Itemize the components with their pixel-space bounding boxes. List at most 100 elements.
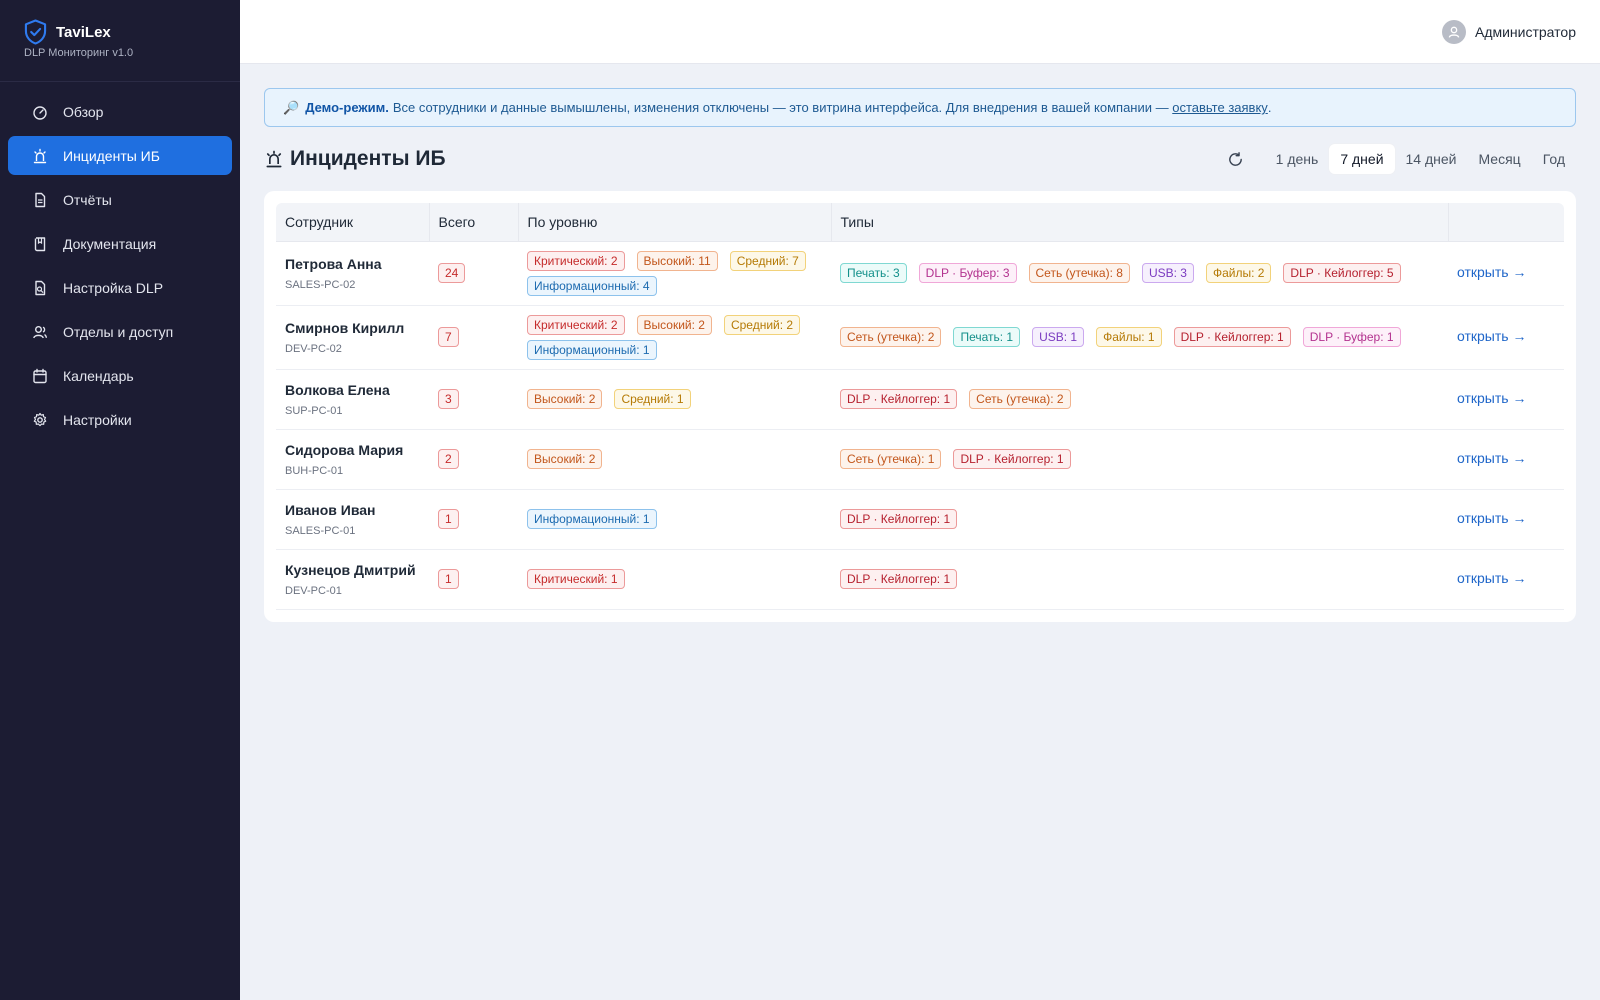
gauge-icon [32, 104, 48, 120]
type-badge: Файлы: 2 [1205, 263, 1272, 283]
sidebar-item-label: Календарь [63, 367, 134, 384]
type-badge: Сеть (утечка): 2 [969, 389, 1071, 409]
gear-icon [32, 412, 48, 428]
table-body: Петрова Анна SALES-PC-02 24 Критический: 2 В… [276, 241, 1564, 610]
type-badge: Сеть (утечка): 2 [840, 327, 942, 347]
period-option[interactable]: 14 дней [1395, 144, 1468, 174]
sidebar-item-docs[interactable]: Документация [8, 224, 232, 263]
types-cell: Сеть (утечка): 1 DLP · Кейлоггер: 1 [831, 429, 1448, 490]
open-link[interactable]: открыть → [1457, 390, 1526, 406]
user-menu[interactable]: Администратор [1441, 20, 1576, 44]
period-option[interactable]: Месяц [1467, 144, 1531, 174]
refresh-icon [1229, 151, 1243, 166]
type-badge: USB: 1 [1032, 327, 1085, 347]
sidebar-item-label: Настройка DLP [63, 279, 164, 296]
total-badge: 3 [438, 389, 459, 409]
level-badge: Средний: 1 [614, 389, 691, 409]
action-cell: открыть → [1448, 369, 1564, 430]
refresh-button[interactable] [1221, 144, 1251, 174]
employee-cell: Волкова Елена SUP-PC-01 [276, 369, 429, 430]
open-link[interactable]: открыть → [1457, 570, 1526, 586]
employee-host: SUP-PC-01 [285, 404, 343, 417]
employee-cell: Кузнецов Дмитрий DEV-PC-01 [276, 549, 429, 610]
action-cell: открыть → [1448, 305, 1564, 370]
calendar-icon [32, 368, 48, 384]
sidebar-item-departments[interactable]: Отделы и доступ [8, 312, 232, 351]
period-option[interactable]: Год [1532, 144, 1576, 174]
sidebar-item-incidents[interactable]: Инциденты ИБ [8, 136, 232, 175]
siren-icon [32, 148, 48, 164]
shield-logo-icon [24, 19, 47, 45]
levels-cell: Критический: 1 [518, 549, 831, 610]
employee-host: DEV-PC-01 [285, 584, 342, 597]
type-badge: USB: 3 [1141, 263, 1194, 283]
sidebar-item-label: Отделы и доступ [63, 323, 174, 340]
total-cell: 24 [429, 241, 518, 306]
level-badge: Средний: 2 [723, 314, 801, 335]
sidebar-item-label: Документация [63, 235, 157, 252]
open-link[interactable]: открыть → [1457, 450, 1526, 466]
type-badge: DLP · Буфер: 3 [918, 263, 1017, 283]
level-badge: Информационный: 1 [527, 509, 657, 529]
open-link[interactable]: открыть → [1457, 510, 1526, 526]
type-badge: DLP · Буфер: 1 [1302, 327, 1401, 347]
topbar: Администратор [240, 0, 1600, 64]
employee-name: Кузнецов Дмитрий [285, 561, 416, 578]
total-cell: 3 [429, 369, 518, 430]
incidents-card: Сотрудник Всего По уровню Типы Петрова А… [264, 191, 1576, 622]
page-title: Инциденты ИБ [264, 147, 446, 171]
table-header-row: Сотрудник Всего По уровню Типы [276, 203, 1564, 242]
sidebar-item-overview[interactable]: Обзор [8, 92, 232, 131]
type-badge: Печать: 3 [840, 263, 907, 283]
request-link[interactable]: оставьте заявку [1172, 100, 1268, 115]
employee-cell: Смирнов Кирилл DEV-PC-02 [276, 305, 429, 370]
employee-name: Иванов Иван [285, 501, 376, 518]
sidebar-item-reports[interactable]: Отчёты [8, 180, 232, 219]
table-row: Кузнецов Дмитрий DEV-PC-01 1 Критический: 1… [276, 549, 1564, 610]
total-badge: 1 [438, 509, 459, 529]
type-badge: DLP · Кейлоггер: 1 [840, 569, 958, 589]
types-cell: Сеть (утечка): 2 Печать: 1 USB: 1 Файлы: 1 D… [831, 305, 1448, 370]
col-levels: По уровню [518, 203, 832, 242]
levels-cell: Критический: 2 Высокий: 2 Средний: 2 Информ… [518, 305, 831, 370]
action-cell: открыть → [1448, 241, 1564, 306]
type-badge: Печать: 1 [953, 327, 1021, 347]
file-search-icon [32, 280, 48, 296]
total-badge: 1 [438, 569, 459, 589]
period-option[interactable]: 7 дней [1329, 144, 1395, 174]
brand-name: TaviLex [56, 24, 111, 41]
types-cell: Печать: 3 DLP · Буфер: 3 Сеть (утечка): 8 U… [831, 241, 1448, 306]
level-badge: Высокий: 2 [527, 389, 603, 409]
employee-cell: Петрова Анна SALES-PC-02 [276, 241, 429, 306]
table-row: Петрова Анна SALES-PC-02 24 Критический: 2 В… [276, 241, 1564, 306]
col-action [1448, 203, 1564, 242]
employee-host: BUH-PC-01 [285, 464, 344, 477]
level-badge: Информационный: 4 [527, 275, 657, 296]
type-badge: DLP · Кейлоггер: 1 [1173, 327, 1291, 347]
sidebar-item-calendar[interactable]: Календарь [8, 356, 232, 395]
level-badge: Критический: 2 [527, 314, 625, 335]
brand: TaviLex DLP Мониторинг v1.0 [0, 0, 240, 82]
demo-banner-tail: . [1267, 100, 1272, 115]
col-total: Всего [429, 203, 519, 242]
sidebar-item-label: Инциденты ИБ [63, 147, 160, 164]
level-badge: Критический: 2 [527, 250, 625, 271]
sidebar-item-settings[interactable]: Настройки [8, 400, 232, 439]
user-name: Администратор [1474, 24, 1576, 40]
type-badge: DLP · Кейлоггер: 1 [953, 449, 1071, 469]
avatar [1441, 20, 1466, 44]
employee-cell: Сидорова Мария BUH-PC-01 [276, 429, 429, 490]
levels-cell: Высокий: 2 [518, 429, 831, 490]
sidebar-item-dlp-settings[interactable]: Настройка DLP [8, 268, 232, 307]
demo-banner-text: Все сотрудники и данные вымышлены, измен… [392, 100, 1169, 115]
open-link[interactable]: открыть → [1457, 264, 1526, 280]
sidebar-nav: Обзор Инциденты ИБ Отчёты Документация Настр… [0, 82, 240, 439]
page-title-text: Инциденты ИБ [290, 147, 446, 170]
type-badge: DLP · Кейлоггер: 5 [1283, 263, 1401, 283]
level-badge: Высокий: 11 [636, 250, 718, 271]
main-content: 🔎 Демо-режим. Все сотрудники и данные вы… [264, 88, 1576, 622]
employee-host: SALES-PC-02 [285, 278, 356, 291]
open-link[interactable]: открыть → [1457, 328, 1526, 344]
period-option[interactable]: 1 день [1265, 144, 1330, 174]
sidebar-item-label: Настройки [63, 411, 132, 428]
